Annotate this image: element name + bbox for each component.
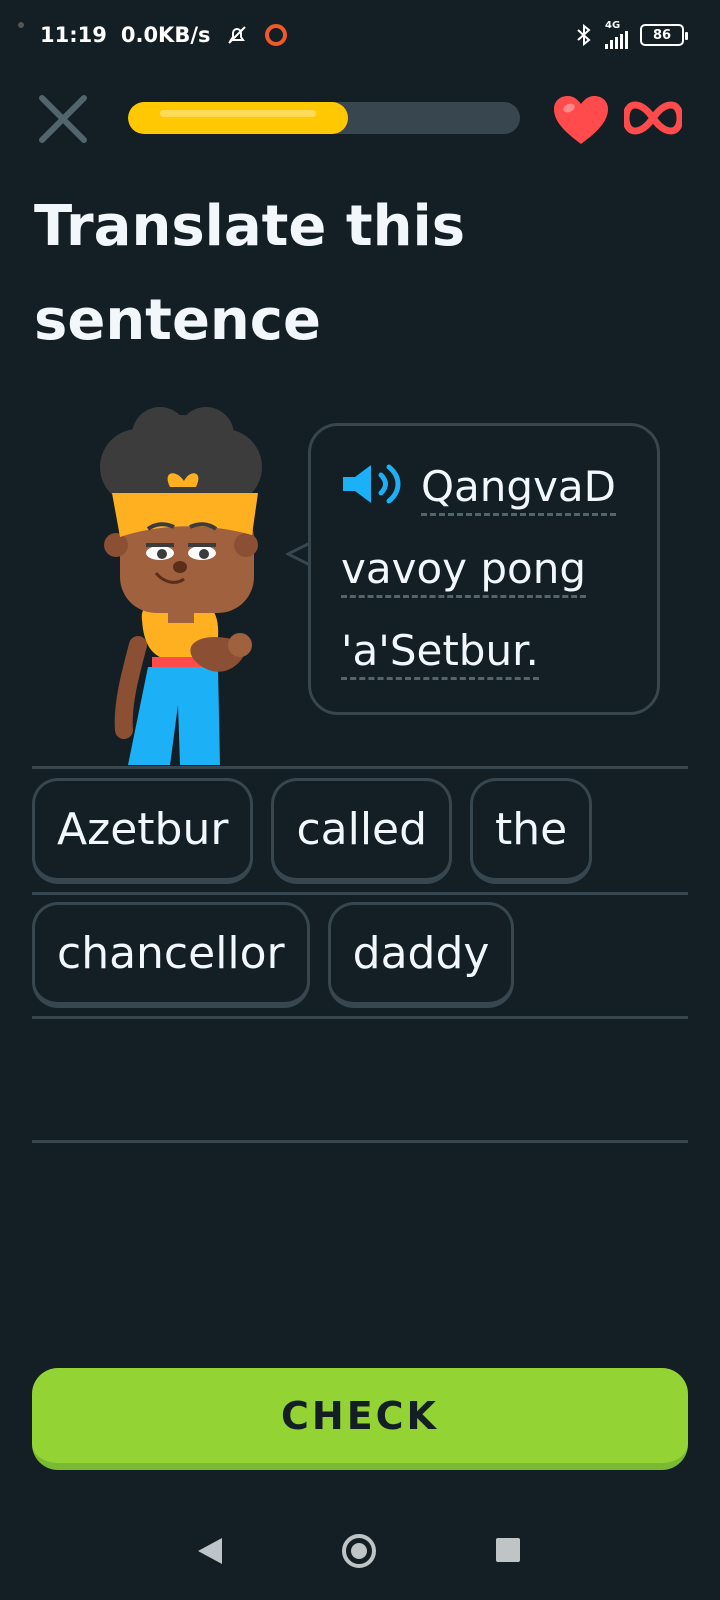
status-time: 11:19 <box>40 23 107 47</box>
heart-icon <box>554 96 608 144</box>
infinity-icon <box>624 101 682 135</box>
word-chip[interactable]: daddy <box>327 902 515 1008</box>
answer-line <box>32 1016 688 1019</box>
bell-off-icon <box>227 26 246 44</box>
status-bar: 11:19 0.0KB/s 4G 86 <box>0 0 720 70</box>
answer-line <box>32 892 688 895</box>
battery-level: 86 <box>652 27 672 43</box>
answer-line <box>32 1140 688 1143</box>
status-network-speed: 0.0KB/s <box>120 23 211 47</box>
word-bank-row-1: Azetbur called the <box>32 778 593 884</box>
notification-dot <box>18 22 24 28</box>
page-title: Translate this sentence <box>34 194 466 353</box>
home-icon[interactable] <box>342 1534 376 1568</box>
prompt-word[interactable]: QangvaD <box>421 462 617 516</box>
prompt-word[interactable]: 'a'Setbur. <box>341 626 539 680</box>
bluetooth-icon <box>577 23 591 47</box>
prompt-word[interactable]: vavoy pong <box>341 544 586 598</box>
close-button[interactable] <box>36 92 90 146</box>
close-icon <box>39 95 87 143</box>
word-chip[interactable]: called <box>271 778 453 884</box>
back-icon[interactable] <box>196 1536 224 1566</box>
battery-icon: 86 <box>640 24 688 46</box>
character-illustration <box>100 407 262 765</box>
word-bank-row-2: chancellor daddy <box>32 902 515 1008</box>
network-type: 4G <box>605 20 621 31</box>
speaker-icon[interactable] <box>341 461 407 507</box>
recent-apps-icon[interactable] <box>496 1538 520 1562</box>
word-chip[interactable]: chancellor <box>32 902 310 1008</box>
signal-icon <box>605 31 628 49</box>
lesson-progress-bar <box>128 102 520 134</box>
circle-record-icon <box>264 24 287 46</box>
lesson-progress-fill <box>128 102 348 134</box>
answer-line <box>32 766 688 769</box>
speech-bubble: QangvaD vavoy pong 'a'Setbur. <box>308 423 660 715</box>
word-chip[interactable]: the <box>470 778 593 884</box>
system-nav-bar <box>0 1500 720 1600</box>
word-chip[interactable]: Azetbur <box>32 778 254 884</box>
check-button[interactable]: CHECK <box>32 1368 688 1470</box>
